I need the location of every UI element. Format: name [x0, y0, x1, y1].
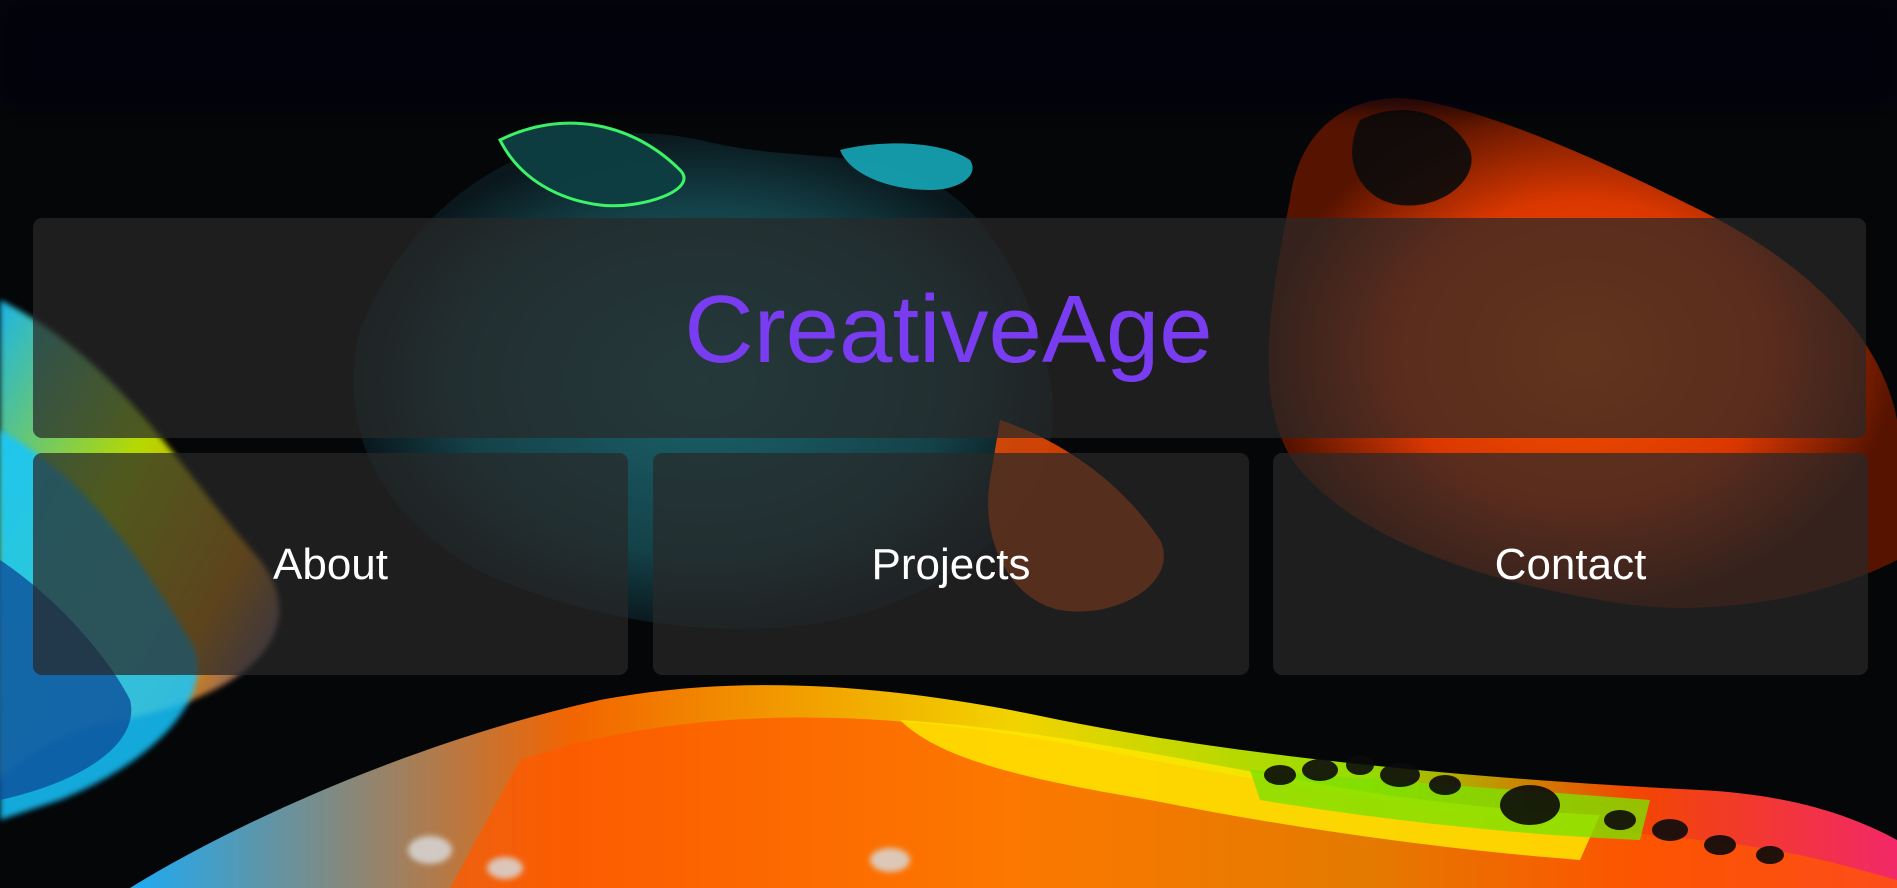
nav-contact-link[interactable]: Contact: [1273, 453, 1868, 675]
header-panel: CreativeAge: [33, 218, 1866, 438]
abstract-fluid-paint-background: [0, 0, 1897, 888]
nav-about-link[interactable]: About: [33, 453, 628, 675]
nav-projects-label: Projects: [871, 540, 1031, 589]
nav-projects-link[interactable]: Projects: [653, 453, 1249, 675]
nav-about-label: About: [273, 540, 388, 589]
nav-contact-label: Contact: [1494, 540, 1647, 589]
page: CreativeAge About Projects Contact: [0, 0, 1897, 888]
site-title: CreativeAge: [684, 276, 1213, 383]
